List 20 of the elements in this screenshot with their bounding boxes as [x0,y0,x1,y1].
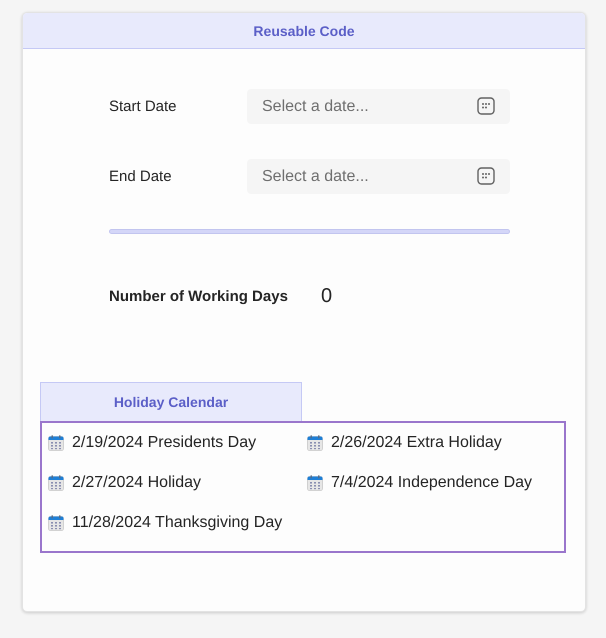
calendar-icon [307,435,323,451]
calendar-icon [48,515,64,531]
result-label: Number of Working Days [109,288,289,304]
calendar-icon[interactable] [477,97,495,115]
field-label: Start Date [109,98,178,115]
calendar-icon [307,475,323,491]
date-field[interactable]: Select a date... [247,89,510,124]
holiday-entry: 7/4/2024 Independence Day [331,474,532,492]
holiday-entry: 2/26/2024 Extra Holiday [331,434,502,452]
calendar-icon [48,475,64,491]
date-field[interactable]: Select a date... [247,159,510,194]
result-value: 0 [321,284,332,308]
header-title: Reusable Code [253,22,355,38]
calendar-icon [48,435,64,451]
holiday-calendar-tab[interactable]: Holiday Calendar [40,382,302,421]
calendar-icon[interactable] [477,167,495,185]
holiday-entry: 2/19/2024 Presidents Day [72,434,256,452]
holiday-entry: 11/28/2024 Thanksgiving Day [72,514,282,532]
holiday-entry: 2/27/2024 Holiday [72,474,201,492]
field-label: End Date [109,168,173,185]
